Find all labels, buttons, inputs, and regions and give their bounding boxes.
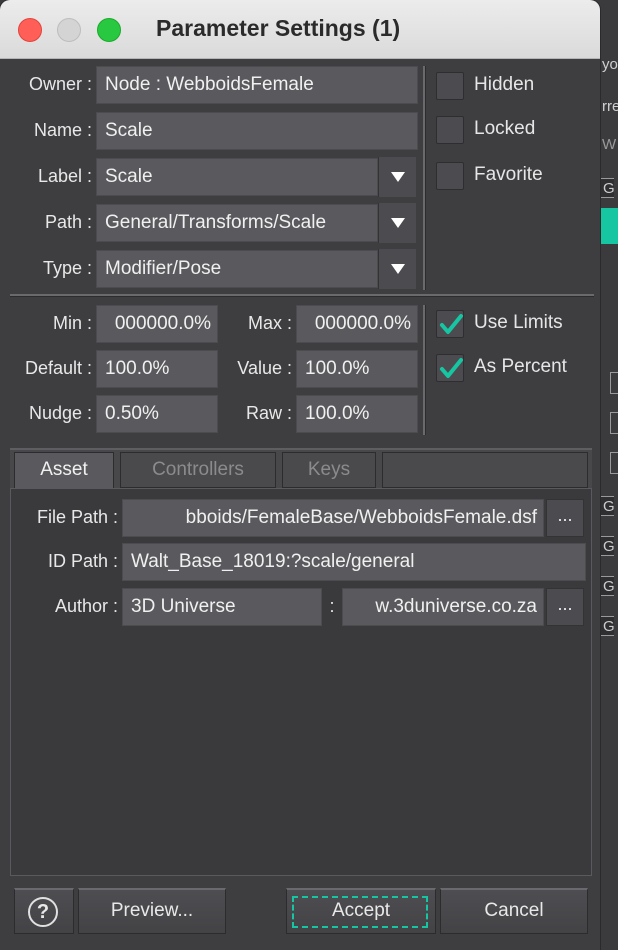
use-limits-label: Use Limits bbox=[474, 312, 563, 333]
value-label: Value : bbox=[237, 358, 292, 378]
file-path-label: File Path : bbox=[36, 507, 118, 527]
background-item: G bbox=[600, 536, 615, 556]
raw-field[interactable]: 100.0% bbox=[296, 395, 418, 433]
locked-checkbox[interactable] bbox=[436, 116, 464, 144]
max-label: Max : bbox=[247, 313, 292, 333]
author-details-button[interactable]: ... bbox=[546, 588, 584, 626]
default-field[interactable]: 100.0% bbox=[96, 350, 218, 388]
hidden-checkbox[interactable] bbox=[436, 72, 464, 100]
favorite-label: Favorite bbox=[474, 164, 543, 185]
section-divider bbox=[10, 294, 594, 297]
author-separator: : bbox=[329, 596, 335, 616]
id-path-field[interactable]: Walt_Base_18019:?scale/general bbox=[122, 543, 586, 581]
triangle-down-icon bbox=[390, 218, 405, 228]
zoom-window-button[interactable] bbox=[97, 18, 121, 42]
hidden-label: Hidden bbox=[474, 74, 535, 95]
close-window-button[interactable] bbox=[18, 18, 42, 42]
background-item bbox=[610, 452, 618, 474]
min-field[interactable]: 000000.0% bbox=[96, 305, 218, 343]
browse-file-button[interactable]: ... bbox=[546, 499, 584, 537]
tab-spacer bbox=[382, 452, 588, 488]
nudge-label: Nudge : bbox=[28, 403, 92, 423]
window-title: Parameter Settings (1) bbox=[156, 15, 401, 41]
type-dropdown-button[interactable] bbox=[378, 249, 416, 289]
cancel-button[interactable]: Cancel bbox=[440, 888, 588, 934]
minimize-window-button[interactable] bbox=[57, 18, 81, 42]
section-divider bbox=[423, 305, 426, 435]
tab-asset[interactable]: Asset bbox=[14, 452, 114, 488]
background-text: rre bbox=[602, 98, 618, 115]
label-field[interactable]: Scale bbox=[96, 158, 378, 196]
background-highlight bbox=[600, 208, 618, 244]
background-text: yo bbox=[602, 56, 618, 73]
path-label: Path : bbox=[44, 212, 92, 232]
id-path-label: ID Path : bbox=[47, 551, 118, 571]
path-dropdown-button[interactable] bbox=[378, 203, 416, 243]
background-item bbox=[610, 412, 618, 434]
value-field[interactable]: 100.0% bbox=[296, 350, 418, 388]
use-limits-checkbox[interactable] bbox=[436, 310, 464, 338]
label-label: Label : bbox=[37, 166, 92, 186]
tab-controllers[interactable]: Controllers bbox=[120, 452, 276, 488]
type-label: Type : bbox=[42, 258, 92, 278]
triangle-down-icon bbox=[390, 172, 405, 182]
help-icon[interactable]: ? bbox=[28, 897, 58, 927]
background-item bbox=[610, 372, 618, 394]
name-field[interactable]: Scale bbox=[96, 112, 418, 150]
checkmark-icon bbox=[440, 358, 463, 378]
tab-keys[interactable]: Keys bbox=[282, 452, 376, 488]
min-label: Min : bbox=[52, 313, 92, 333]
type-field[interactable]: Modifier/Pose bbox=[96, 250, 378, 288]
as-percent-label: As Percent bbox=[474, 356, 567, 377]
label-dropdown-button[interactable] bbox=[378, 157, 416, 197]
name-label: Name : bbox=[33, 120, 92, 140]
max-field[interactable]: 000000.0% bbox=[296, 305, 418, 343]
author-name-field[interactable]: 3D Universe bbox=[122, 588, 322, 626]
path-field[interactable]: General/Transforms/Scale bbox=[96, 204, 378, 242]
background-item: G bbox=[600, 616, 615, 636]
title-bar[interactable]: Parameter Settings (1) bbox=[0, 0, 600, 59]
author-url-field[interactable]: w.3duniverse.co.za bbox=[342, 588, 544, 626]
section-divider bbox=[423, 66, 426, 290]
as-percent-checkbox[interactable] bbox=[436, 354, 464, 382]
owner-label: Owner : bbox=[28, 74, 92, 94]
background-item: G bbox=[600, 496, 615, 516]
triangle-down-icon bbox=[390, 264, 405, 274]
background-item: G bbox=[600, 178, 615, 198]
background-item: G bbox=[600, 576, 615, 596]
default-label: Default : bbox=[24, 358, 92, 378]
checkmark-icon bbox=[440, 314, 463, 334]
preview-button[interactable]: Preview... bbox=[78, 888, 226, 934]
file-path-field[interactable]: bboids/FemaleBase/WebboidsFemale.dsf bbox=[122, 499, 544, 537]
author-label: Author : bbox=[54, 596, 118, 616]
locked-label: Locked bbox=[474, 118, 536, 139]
raw-label: Raw : bbox=[245, 403, 292, 423]
favorite-checkbox[interactable] bbox=[436, 162, 464, 190]
owner-field: Node : WebboidsFemale bbox=[96, 66, 418, 104]
background-text: W bbox=[602, 136, 617, 153]
nudge-field[interactable]: 0.50% bbox=[96, 395, 218, 433]
parameter-settings-window: Parameter Settings (1) Owner : Node : We… bbox=[0, 0, 600, 950]
accept-focus-ring bbox=[292, 896, 428, 928]
